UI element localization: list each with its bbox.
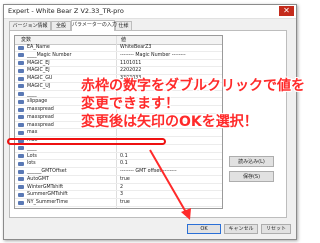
annotation-line-1: 赤枠の数字をダブルクリックで値を bbox=[81, 78, 305, 94]
table-row[interactable]: NY_SummerTime true bbox=[15, 199, 222, 207]
parameter-icon bbox=[18, 61, 24, 65]
table-row[interactable]: ______GMTOffset -------- GMT offset -----… bbox=[15, 168, 222, 176]
parameter-name: ____ bbox=[27, 91, 37, 97]
parameter-name: maxspread bbox=[27, 107, 54, 112]
table-row[interactable]: SummerGMTshift 3 bbox=[15, 191, 222, 199]
parameter-icon bbox=[18, 130, 24, 135]
table-row[interactable]: EA_Name WhiteBearZ3 bbox=[15, 44, 222, 52]
parameter-name: maxspread bbox=[27, 122, 54, 128]
parameter-icon bbox=[18, 154, 24, 158]
parameter-value[interactable]: true bbox=[120, 199, 130, 206]
parameter-icon bbox=[18, 200, 24, 205]
parameter-icon bbox=[18, 76, 24, 81]
parameter-name: MAGIC_UJ bbox=[27, 83, 51, 89]
parameter-name: WinterGMTshift bbox=[27, 184, 64, 190]
table-row[interactable]: lots 0.1 bbox=[15, 160, 222, 168]
parameter-icon bbox=[18, 177, 24, 182]
parameter-name: MAGIC_EJ bbox=[27, 68, 50, 74]
parameter-name: maxspread bbox=[27, 114, 54, 120]
parameter-icon bbox=[18, 53, 24, 58]
parameter-icon bbox=[18, 99, 24, 104]
parameter-icon bbox=[18, 169, 24, 174]
parameter-icon bbox=[18, 192, 24, 197]
column-header-variable[interactable]: 変数 bbox=[21, 36, 31, 44]
parameter-icon bbox=[18, 115, 24, 120]
close-icon[interactable]: ✕ bbox=[279, 6, 294, 16]
parameter-icon bbox=[18, 107, 24, 112]
title-bar: Expert - White Bear Z V2.33_TR-pro ✕ bbox=[4, 5, 296, 19]
load-button[interactable]: 読み込み(L) bbox=[229, 156, 274, 167]
parameter-name: MAGIC_EJ bbox=[27, 60, 50, 66]
parameter-value[interactable]: -------- Magic Number -------- bbox=[120, 52, 186, 59]
parameter-name: ____Magic Number bbox=[27, 52, 72, 58]
parameter-icon bbox=[18, 185, 24, 189]
annotation-line-3: 変更後は矢印のOKを選択！ bbox=[81, 114, 258, 130]
parameter-name: NY_SummerTime bbox=[27, 200, 69, 205]
table-row[interactable]: max bbox=[15, 129, 222, 137]
parameter-value[interactable]: 2 bbox=[120, 184, 123, 191]
parameter-icon bbox=[18, 123, 24, 127]
tab-input-parameters[interactable]: パラメーターの入力 bbox=[71, 20, 117, 31]
parameter-name: SummerGMTshift bbox=[27, 192, 68, 198]
table-row[interactable]: WinterGMTshift 2 bbox=[15, 184, 222, 192]
parameter-name: lots bbox=[27, 161, 36, 167]
parameter-name: EA_Name bbox=[27, 45, 50, 50]
parameter-value[interactable]: WhiteBearZ3 bbox=[120, 44, 151, 51]
tab-dependencies[interactable]: 仕様 bbox=[115, 21, 132, 30]
parameter-value[interactable]: 1101011 bbox=[120, 60, 141, 67]
parameter-icon bbox=[18, 84, 24, 89]
table-row[interactable]: MAGIC_EJ 2202022 bbox=[15, 67, 222, 75]
parameter-value[interactable]: 0.1 bbox=[120, 153, 128, 160]
table-row[interactable]: MAGIC_EJ 1101011 bbox=[15, 60, 222, 68]
parameter-name: max bbox=[27, 130, 38, 136]
annotation-line-2: 変更できます！ bbox=[81, 96, 179, 112]
parameter-name: AutoGMT bbox=[27, 176, 49, 182]
parameter-icon bbox=[18, 92, 24, 96]
parameter-value[interactable]: 3 bbox=[120, 191, 123, 198]
parameter-icon bbox=[18, 146, 24, 151]
parameter-value[interactable]: true bbox=[120, 176, 130, 183]
tab-general[interactable]: 全般 bbox=[51, 21, 71, 30]
parameter-icon bbox=[18, 45, 24, 50]
ok-button[interactable]: OK bbox=[187, 224, 221, 234]
reset-button[interactable]: リセット bbox=[261, 224, 291, 234]
parameter-value[interactable]: 2202022 bbox=[120, 67, 141, 74]
parameter-value[interactable]: -------- GMT offset -------- bbox=[120, 168, 177, 175]
parameter-name: slippage bbox=[27, 99, 48, 105]
table-row[interactable]: Lots 0.1 bbox=[15, 153, 222, 161]
parameter-icon bbox=[18, 68, 24, 73]
parameter-name: Lots bbox=[27, 153, 37, 159]
table-row[interactable]: ____ bbox=[15, 145, 222, 153]
window-title: Expert - White Bear Z V2.33_TR-pro bbox=[8, 7, 124, 15]
table-row[interactable]: AutoGMT true bbox=[15, 176, 222, 184]
tab-version-info[interactable]: バージョン情報 bbox=[9, 21, 51, 30]
save-button[interactable]: 保存(S) bbox=[229, 171, 274, 182]
parameter-icon bbox=[18, 161, 24, 166]
column-header-value[interactable]: 値 bbox=[121, 36, 126, 44]
parameter-name: ______GMTOffset bbox=[27, 169, 67, 174]
table-row[interactable]: ____Magic Number -------- Magic Number --… bbox=[15, 52, 222, 60]
cancel-button[interactable]: キャンセル bbox=[224, 224, 258, 234]
highlight-box bbox=[7, 138, 166, 145]
parameter-name: MAGIC_GU bbox=[27, 76, 53, 81]
parameter-value[interactable]: 0.1 bbox=[120, 160, 128, 167]
parameter-name: ____ bbox=[27, 145, 37, 151]
